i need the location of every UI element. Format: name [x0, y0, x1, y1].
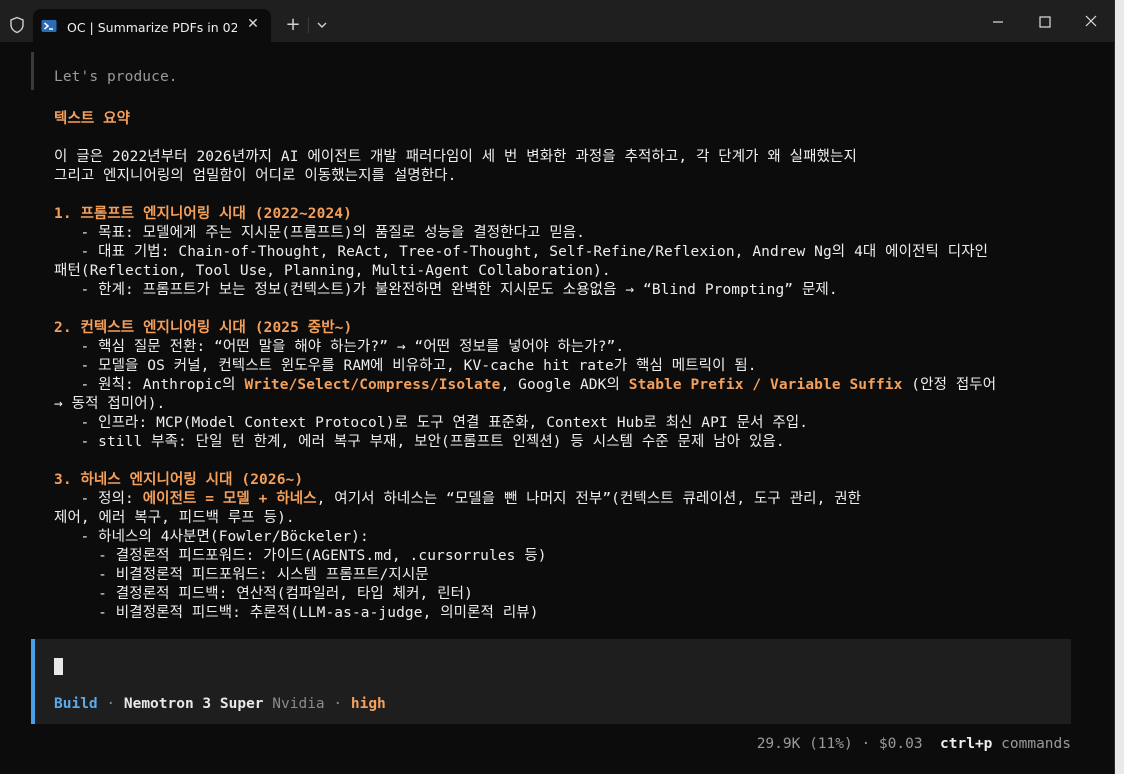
list-item: - 비결정론적 피드포워드: 시스템 프롬프트/지시문 [54, 567, 429, 583]
section-1-title: 1. 프롬프트 엔지니어링 시대 (2022~2024) [54, 206, 352, 222]
list-item: - 핵심 질문 전환: “어떤 말을 해야 하는가?” → “어떤 정보를 넣어… [54, 339, 625, 355]
status-footer: 29.9K (11%) · $0.03 ctrl+p commands [757, 736, 1071, 752]
summary-line: 그리고 엔지니어링의 엄밀함이 어디로 이동했는지를 설명한다. [54, 168, 457, 184]
new-tab-button[interactable]: + [284, 16, 302, 34]
close-tab-icon[interactable]: ✕ [243, 14, 263, 34]
list-item: → 동적 접미어). [54, 396, 166, 412]
minimize-icon[interactable] [986, 12, 1010, 32]
title-bar: OC | Summarize PDFs in 02_회 ✕ + [0, 0, 1114, 42]
chevron-down-icon[interactable] [313, 16, 331, 34]
list-item: - 결정론적 피드포워드: 가이드(AGENTS.md, .cursorrule… [54, 548, 547, 564]
message-marker [31, 52, 34, 90]
list-item: 패턴(Reflection, Tool Use, Planning, Multi… [54, 263, 611, 279]
list-item: - 원칙: Anthropic의 Write/Select/Compress/I… [54, 373, 996, 394]
close-window-icon[interactable] [1080, 12, 1102, 32]
agent-status: Build · Nemotron 3 Super Nvidia · high [54, 696, 386, 712]
intro-text: Let's produce. [54, 69, 178, 85]
prompt-input[interactable]: Build · Nemotron 3 Super Nvidia · high [31, 639, 1071, 724]
section-2-title: 2. 컨텍스트 엔지니어링 시대 (2025 중반~) [54, 320, 353, 336]
list-item: - 인프라: MCP(Model Context Protocol)로 도구 연… [54, 415, 809, 431]
list-item: - 대표 기법: Chain-of-Thought, ReAct, Tree-o… [54, 244, 989, 260]
section-3-title: 3. 하네스 엔지니어링 시대 (2026~) [54, 472, 304, 488]
divider [308, 17, 309, 33]
list-item: - 목표: 모델에게 주는 지시문(프롬프트)의 품질로 성능을 결정한다고 믿… [54, 225, 586, 241]
shortcut-key[interactable]: ctrl+p [940, 736, 992, 752]
highlight-text: 에이전트 = 모델 + 하네스 [142, 491, 317, 507]
powershell-icon [41, 20, 57, 32]
text-segment: - 정의: [54, 491, 143, 507]
token-usage: 29.9K (11%) · $0.03 [756, 736, 941, 752]
maximize-icon[interactable] [1034, 12, 1056, 32]
effort-level[interactable]: high [351, 696, 386, 712]
text-cursor [54, 658, 63, 675]
separator-dot: · [324, 696, 351, 712]
model-name[interactable]: Nemotron 3 Super [124, 696, 264, 712]
text-segment: , Google ADK의 [500, 377, 629, 393]
input-accent-bar [31, 639, 35, 724]
tab-active[interactable]: OC | Summarize PDFs in 02_회 ✕ [33, 9, 271, 42]
list-item: - 모델을 OS 커널, 컨텍스트 윈도우를 RAM에 비유하고, KV-cac… [54, 358, 757, 374]
list-item: - 비결정론적 피드백: 추론적(LLM-as-a-judge, 의미론적 리뷰… [54, 605, 539, 621]
text-segment: - 원칙: Anthropic의 [54, 377, 245, 393]
tab-title: OC | Summarize PDFs in 02_회 [67, 20, 237, 35]
list-item: - 결정론적 피드백: 연산적(컴파일러, 타입 체커, 린터) [54, 586, 473, 602]
section-heading: 텍스트 요약 [54, 111, 131, 127]
summary-line: 이 글은 2022년부터 2026년까지 AI 에이전트 개발 패러다임이 세 … [54, 149, 857, 165]
commands-label[interactable]: commands [992, 736, 1071, 752]
list-item: - still 부족: 단일 턴 한계, 에러 복구 부재, 보안(프롬프트 인… [54, 434, 785, 450]
mode-label[interactable]: Build [54, 696, 98, 712]
list-item: 제어, 에러 복구, 피드백 루프 등). [54, 510, 295, 526]
shield-icon [10, 16, 24, 34]
list-item: - 정의: 에이전트 = 모델 + 하네스, 여기서 하네스는 “모델을 뺀 나… [54, 487, 861, 508]
list-item: - 한계: 프롬프트가 보는 정보(컨텍스트)가 불완전하면 완벽한 지시문도 … [54, 282, 838, 298]
highlight-text: Write/Select/Compress/Isolate [244, 377, 501, 393]
text-segment: , 여기서 하네스는 “모델을 뺀 나머지 전부”(컨텍스트 큐레이션, 도구 … [316, 491, 862, 507]
terminal-window: OC | Summarize PDFs in 02_회 ✕ + Let's pr… [0, 0, 1115, 774]
provider-name: Nvidia [263, 696, 325, 712]
separator-dot: · [97, 696, 124, 712]
list-item: - 하네스의 4사분면(Fowler/Böckeler): [54, 529, 369, 545]
highlight-text: Stable Prefix / Variable Suffix [628, 377, 903, 393]
terminal-output: Let's produce. 텍스트 요약 이 글은 2022년부터 2026년… [0, 42, 1114, 774]
text-segment: (안정 접두어 [902, 377, 997, 393]
